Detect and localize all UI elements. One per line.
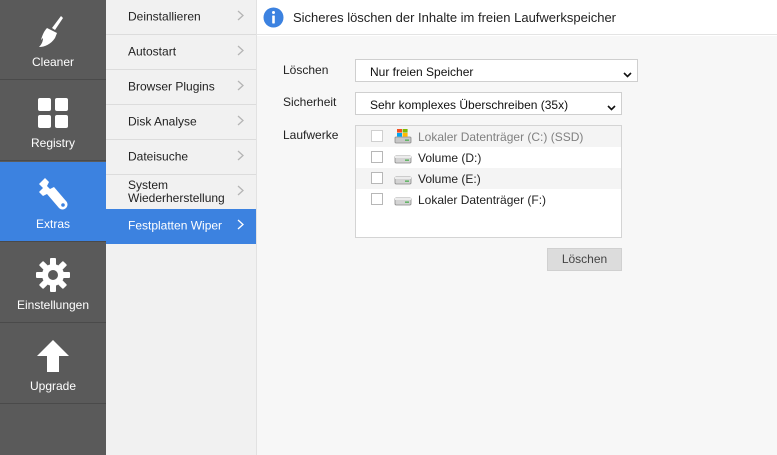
sicherheit-select[interactable]: Sehr komplexes Überschreiben (35x) [355,92,622,115]
drive-icon [394,149,412,169]
submenu-item-label: Disk Analyse [128,114,197,129]
nav-label: Upgrade [29,379,77,393]
drive-icon [394,170,412,190]
drive-checkbox[interactable] [371,151,383,163]
submenu-item-label: System Wiederherstellung [128,178,225,205]
chevron-right-icon [237,150,244,164]
chevron-right-icon [237,45,244,59]
drive-row-e[interactable]: Volume (E:) [356,168,621,189]
chevron-right-icon [237,219,244,233]
nav-upgrade[interactable]: Upgrade [0,324,106,404]
loeschen-label: Löschen [283,63,329,77]
submenu-item-disk-analyse[interactable]: Disk Analyse [106,105,256,140]
drive-label: Lokaler Datenträger (C:) (SSD) [418,130,584,144]
broom-icon [0,14,106,50]
drive-label: Volume (E:) [418,172,481,186]
chevron-right-icon [237,115,244,129]
extras-submenu: Deinstallieren Autostart Browser Plugins… [106,0,257,455]
submenu-item-system-wiederherstellung[interactable]: System Wiederherstellung [106,175,256,210]
submenu-item-autostart[interactable]: Autostart [106,35,256,70]
grid-icon [0,95,106,131]
page-title: Sicheres löschen der Inhalte im freien L… [293,10,617,25]
info-icon [263,7,284,31]
nav-label: Extras [35,217,70,231]
submenu-item-label: Browser Plugins [128,79,215,94]
submenu-item-label: Festplatten Wiper [128,218,223,233]
chevron-down-icon [623,67,632,81]
drive-label: Lokaler Datenträger (F:) [418,193,547,207]
submenu-item-label: Autostart [128,44,177,59]
windows-drive-icon [394,128,412,148]
drive-row-d[interactable]: Volume (D:) [356,147,621,168]
wrench-icon [0,176,106,212]
drives-list: Lokaler Datenträger (C:) (SSD) Volume (D… [355,125,622,238]
laufwerke-label: Laufwerke [283,128,339,142]
nav-einstellungen[interactable]: Einstellungen [0,243,106,323]
arrow-up-icon [0,338,106,374]
nav-registry[interactable]: Registry [0,81,106,161]
submenu-item-label: Dateisuche [128,149,189,164]
submenu-item-deinstallieren[interactable]: Deinstallieren [106,0,256,35]
wiper-panel: Löschen Nur freien Speicher Sicherheit S… [257,36,777,455]
loeschen-select[interactable]: Nur freien Speicher [355,59,638,82]
drive-checkbox[interactable] [371,130,383,142]
drive-row-c[interactable]: Lokaler Datenträger (C:) (SSD) [356,126,621,147]
submenu-item-dateisuche[interactable]: Dateisuche [106,140,256,175]
gear-icon [0,257,106,293]
chevron-right-icon [237,185,244,199]
loeschen-button[interactable]: Löschen [547,248,622,271]
sicherheit-label: Sicherheit [283,95,337,109]
chevron-down-icon [607,100,616,114]
drive-icon [394,191,412,211]
chevron-right-icon [237,10,244,24]
submenu-item-browser-plugins[interactable]: Browser Plugins [106,70,256,105]
drive-checkbox[interactable] [371,172,383,184]
submenu-item-label: Deinstallieren [128,9,201,24]
nav-label: Einstellungen [16,298,90,312]
drive-checkbox[interactable] [371,193,383,205]
nav-label: Cleaner [31,55,75,69]
drive-label: Volume (D:) [418,151,482,165]
drive-row-f[interactable]: Lokaler Datenträger (F:) [356,189,621,210]
nav-label: Registry [30,136,75,150]
chevron-right-icon [237,80,244,94]
main-nav-rail: Cleaner Registry Extras Einstellungen Up… [0,0,106,455]
loeschen-select-value: Nur freien Speicher [370,65,474,79]
submenu-item-festplatten-wiper[interactable]: Festplatten Wiper [106,209,256,244]
page-header: Sicheres löschen der Inhalte im freien L… [257,0,777,35]
nav-extras[interactable]: Extras [0,162,106,242]
nav-cleaner[interactable]: Cleaner [0,0,106,80]
sicherheit-select-value: Sehr komplexes Überschreiben (35x) [370,98,569,112]
